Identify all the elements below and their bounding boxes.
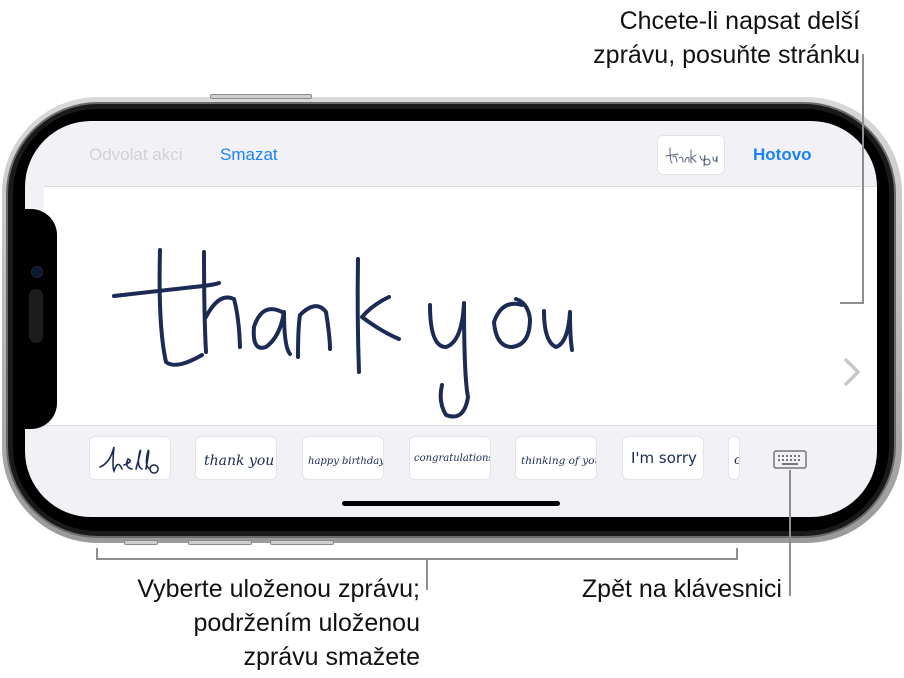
home-indicator [342, 501, 560, 506]
undo-button[interactable]: Odvolat akci [89, 145, 183, 165]
handwriting-partial: c [734, 453, 740, 468]
saved-message-partial[interactable]: c [728, 436, 740, 480]
svg-text:happy birthday: happy birthday [308, 456, 384, 467]
camera [31, 266, 43, 278]
saved-message-bracket [96, 558, 738, 560]
top-button [210, 94, 312, 99]
saved-message-thinking-of-you[interactable]: thinking of you [515, 436, 597, 480]
keyboard-leader [789, 470, 791, 596]
handwriting-thank-you: thank you [204, 453, 274, 469]
handwriting-congratulations: congratulations [414, 453, 491, 464]
chevron-right-icon[interactable] [842, 357, 862, 387]
clear-button[interactable]: Smazat [220, 145, 278, 165]
callout-line: zprávu, posuňte stránku [593, 41, 860, 69]
saved-message-bracket [96, 548, 98, 560]
scroll-hint-leader [862, 54, 864, 304]
keyboard-icon[interactable] [773, 450, 807, 470]
volume-button [270, 540, 334, 545]
saved-message-im-sorry[interactable]: I'm sorry [622, 436, 704, 480]
svg-text:thank you: thank you [204, 453, 274, 469]
handwriting-preview[interactable] [657, 135, 725, 175]
handwriting-canvas[interactable] [44, 186, 877, 426]
notch [25, 209, 57, 429]
callout-line: Vyberte uloženou zprávu; [137, 575, 420, 603]
svg-text:congratulations: congratulations [414, 453, 491, 464]
scroll-hint-leader [840, 302, 864, 304]
scroll-hint-callout: Chcete-li napsat delší zprávu, posuňte s… [593, 4, 860, 72]
volume-button [188, 540, 252, 545]
callout-line: Chcete-li napsat delší [619, 7, 860, 35]
handwritten-thank-you [112, 248, 574, 419]
speaker [29, 289, 43, 343]
svg-text:thinking of you: thinking of you [521, 455, 597, 467]
preview-handwriting [665, 147, 718, 167]
saved-message-bracket [736, 548, 738, 560]
handwriting-happy-birthday: happy birthday [308, 456, 384, 467]
handwriting-im-sorry: I'm sorry [631, 449, 697, 467]
svg-text:I'm sorry: I'm sorry [631, 449, 697, 467]
saved-message-thank-you[interactable]: thank you [195, 436, 277, 480]
callout-line: podržením uloženou [193, 609, 420, 637]
handwriting-thinking-of-you: thinking of you [521, 455, 597, 467]
saved-message-hello[interactable] [89, 436, 171, 480]
saved-message-leader [426, 558, 428, 590]
saved-message-congratulations[interactable]: congratulations [409, 436, 491, 480]
done-button[interactable]: Hotovo [753, 145, 812, 165]
screen: Odvolat akci Smazat Hotovo thank you hap… [25, 121, 877, 517]
handwriting-hello [99, 446, 159, 474]
saved-message-callout: Vyberte uloženou zprávu; podržením ulože… [137, 572, 420, 674]
callout-line: Zpět na klávesnici [581, 575, 782, 603]
volume-button [124, 540, 158, 545]
callout-line: zprávu smažete [243, 643, 420, 671]
svg-text:c: c [734, 453, 740, 468]
saved-message-happy-birthday[interactable]: happy birthday [302, 436, 384, 480]
keyboard-callout: Zpět na klávesnici [582, 572, 782, 606]
